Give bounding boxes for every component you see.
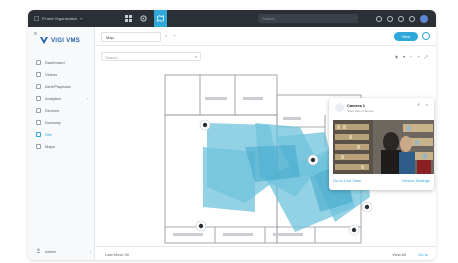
help-icon[interactable] (376, 15, 382, 22)
alert-icon (36, 83, 41, 89)
camera-marker[interactable] (199, 119, 211, 131)
camera-marker[interactable] (307, 154, 319, 166)
camera-title: Camera 1 (347, 103, 366, 108)
sidebar-item-videos[interactable]: Videos (28, 68, 94, 80)
grid-icon[interactable] (124, 14, 133, 23)
sidebar-item-dashboard[interactable]: Dashboard (28, 56, 94, 68)
sidebar-item-alert[interactable]: Alert/Playback (28, 80, 94, 92)
sidebar-item-devices[interactable]: Devices (28, 104, 94, 116)
store-scene-image (333, 120, 434, 174)
topbar-icon-group (124, 10, 167, 27)
download-icon[interactable] (398, 15, 404, 22)
device-settings-button[interactable]: Device Settings (402, 178, 430, 183)
chevron-right-icon: › (86, 95, 88, 101)
main-content: Map × + New Search ⌕ ◈ ▾ − + ⤢ Camera 1 … (95, 27, 436, 260)
sidebar-item-label: Dashboard (45, 59, 65, 65)
logo: VIGI VMS (40, 37, 94, 44)
dashboard-icon (36, 59, 41, 65)
sidebar-item-label: Analytics (45, 95, 62, 101)
analytics-icon (36, 95, 41, 101)
settings-icon[interactable] (139, 14, 148, 23)
chevron-right-icon: › (89, 248, 91, 254)
sidebar-item-label: Videos (45, 71, 58, 77)
org-name: Pl and Organization (42, 16, 78, 21)
logo-text: VIGI VMS (51, 37, 81, 44)
sidebar-nav: Dashboard Videos Alert/Playback Analytic… (28, 56, 94, 152)
close-icon[interactable]: × (426, 102, 428, 107)
sidebar-item-label: Devices (45, 107, 60, 113)
sidebar-item-label: Alert/Playback (45, 83, 71, 89)
sidebar-item-label: Site (45, 131, 52, 137)
video-icon (36, 71, 41, 77)
org-selector[interactable]: Pl and Organization ▾ (34, 15, 83, 22)
map-icon[interactable] (154, 10, 167, 27)
camera-video-feed[interactable] (333, 120, 434, 174)
camera-marker[interactable] (361, 201, 373, 213)
sidebar-item-label: Doorway (45, 119, 61, 125)
live-view-button[interactable]: Go to Live View (333, 178, 361, 183)
sidebar-footer-label: Admin (45, 248, 57, 254)
footer-status: Last Move 00 (105, 252, 130, 257)
camera-marker[interactable] (195, 220, 207, 232)
camera-icon (335, 103, 344, 112)
sidebar-footer[interactable]: Admin › (36, 248, 91, 254)
notification-icon[interactable] (387, 15, 393, 22)
user-icon (36, 248, 41, 254)
camera-preview-card: Camera 1 Store Floor Camera ⇗ × Go to Li… (329, 98, 434, 190)
sidebar-item-label: Maps (45, 143, 55, 149)
chevron-down-icon: ▾ (80, 16, 83, 21)
sidebar-item-doorway[interactable]: Doorway (28, 116, 94, 128)
sidebar-item-analytics[interactable]: Analytics › (28, 92, 94, 104)
camera-card-actions: Go to Live View Device Settings (333, 178, 430, 183)
share-icon[interactable]: ⇗ (417, 102, 420, 107)
gear-icon[interactable] (409, 15, 415, 22)
site-icon (36, 131, 41, 137)
content-footer: Last Move 00 View All Go to (95, 246, 436, 260)
devices-icon (36, 107, 41, 113)
logo-icon (40, 37, 48, 44)
view-all-link[interactable]: View All (392, 252, 406, 257)
app-window: Pl and Organization ▾ Search ≡ VIGI VMS … (28, 10, 436, 260)
org-icon (34, 15, 39, 22)
sidebar-item-maps[interactable]: Maps (28, 140, 94, 152)
sidebar-item-site[interactable]: Site (28, 128, 94, 140)
global-search-input[interactable]: Search (258, 14, 358, 23)
camera-subtitle: Store Floor Camera (347, 109, 374, 113)
go-to-link[interactable]: Go to (418, 252, 428, 257)
sidebar: ≡ VIGI VMS Dashboard Videos Alert/Playba… (28, 27, 95, 260)
avatar[interactable] (420, 14, 428, 23)
camera-marker[interactable] (348, 224, 360, 236)
top-bar: Pl and Organization ▾ Search (28, 10, 436, 27)
maps-icon (36, 143, 41, 149)
menu-icon[interactable]: ≡ (34, 31, 37, 37)
topbar-right-group (376, 10, 428, 27)
door-icon (36, 119, 41, 125)
